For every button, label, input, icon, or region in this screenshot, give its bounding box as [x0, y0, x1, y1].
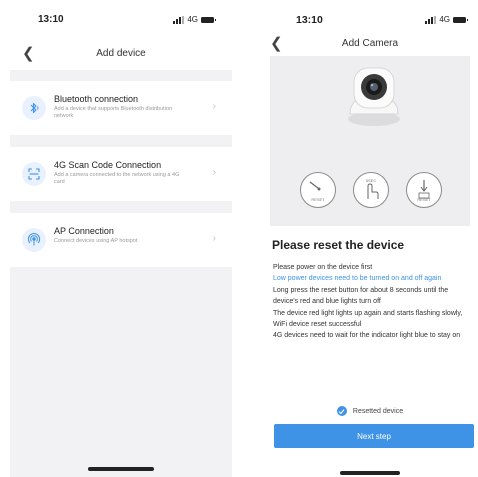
nav-bar: ❮ Add Camera	[262, 34, 478, 58]
option-description: Add a device that supports Bluetooth dis…	[54, 106, 173, 119]
page-title: Add device	[96, 48, 146, 59]
reset-illustration: RESET 5SEC RESET	[270, 56, 470, 226]
reset-step-icon: RESET	[300, 172, 336, 208]
status-bar: 13:10 4G	[10, 14, 232, 28]
scan-code-icon	[22, 162, 46, 186]
nav-bar: ❮ Add device	[10, 44, 232, 68]
instruction-line: The device red light lights up again and…	[273, 309, 463, 329]
4g-scan-code-option[interactable]: 4G Scan Code Connection Add a camera con…	[10, 147, 232, 201]
status-bar: 13:10 4G	[262, 14, 478, 28]
checkmark-icon[interactable]	[336, 406, 347, 416]
signal-icon	[173, 15, 185, 24]
chevron-right-icon: ›	[212, 167, 216, 178]
instruction-line: 4G devices need to wait for the indicato…	[273, 332, 461, 340]
checkbox-label: Resetted device	[352, 407, 404, 415]
option-title: 4G Scan Code Connection	[54, 160, 162, 170]
add-device-screen: 13:10 4G ❮ Add device Bluetooth connecti…	[10, 0, 232, 477]
battery-icon	[453, 16, 468, 23]
network-label: 4G	[187, 15, 198, 24]
signal-icon	[425, 15, 437, 24]
bluetooth-icon	[22, 96, 46, 120]
battery-icon	[201, 16, 216, 23]
resetted-device-checkbox[interactable]: Resetted device	[262, 404, 478, 418]
options-area: Bluetooth connection Add a device that s…	[10, 70, 232, 477]
reset-heading: Please reset the device	[272, 238, 405, 252]
next-step-button[interactable]: Next step	[274, 424, 474, 448]
option-description: Connect devices using AP hotspot	[54, 238, 138, 244]
option-title: AP Connection	[54, 226, 114, 236]
camera-image	[348, 67, 400, 126]
reset-port-step-icon: RESET	[406, 172, 442, 208]
press-hold-step-icon: 5SEC	[353, 172, 389, 208]
reset-instructions: Please power on the device first Low pow…	[273, 262, 473, 342]
status-time: 13:10	[38, 14, 64, 25]
network-label: 4G	[439, 15, 450, 24]
home-indicator	[88, 467, 154, 471]
instruction-line: Please power on the device first	[273, 264, 373, 271]
instruction-line: Long press the reset button for about 8 …	[273, 286, 449, 306]
option-description: Add a camera connected to the network us…	[54, 172, 180, 185]
chevron-right-icon: ›	[212, 233, 216, 244]
status-time: 13:10	[296, 14, 323, 26]
bluetooth-connection-option[interactable]: Bluetooth connection Add a device that s…	[10, 81, 232, 135]
home-indicator	[340, 471, 400, 475]
add-camera-screen: 13:10 4G ❮ Add Camera RESET 5SEC RESET P…	[262, 0, 478, 477]
page-title: Add Camera	[341, 38, 399, 49]
hotspot-icon	[22, 228, 46, 252]
option-title: Bluetooth connection	[54, 94, 139, 104]
chevron-right-icon: ›	[212, 101, 216, 112]
ap-connection-option[interactable]: AP Connection Connect devices using AP h…	[10, 213, 232, 267]
instruction-line: Low power devices need to be turned on a…	[273, 275, 442, 283]
